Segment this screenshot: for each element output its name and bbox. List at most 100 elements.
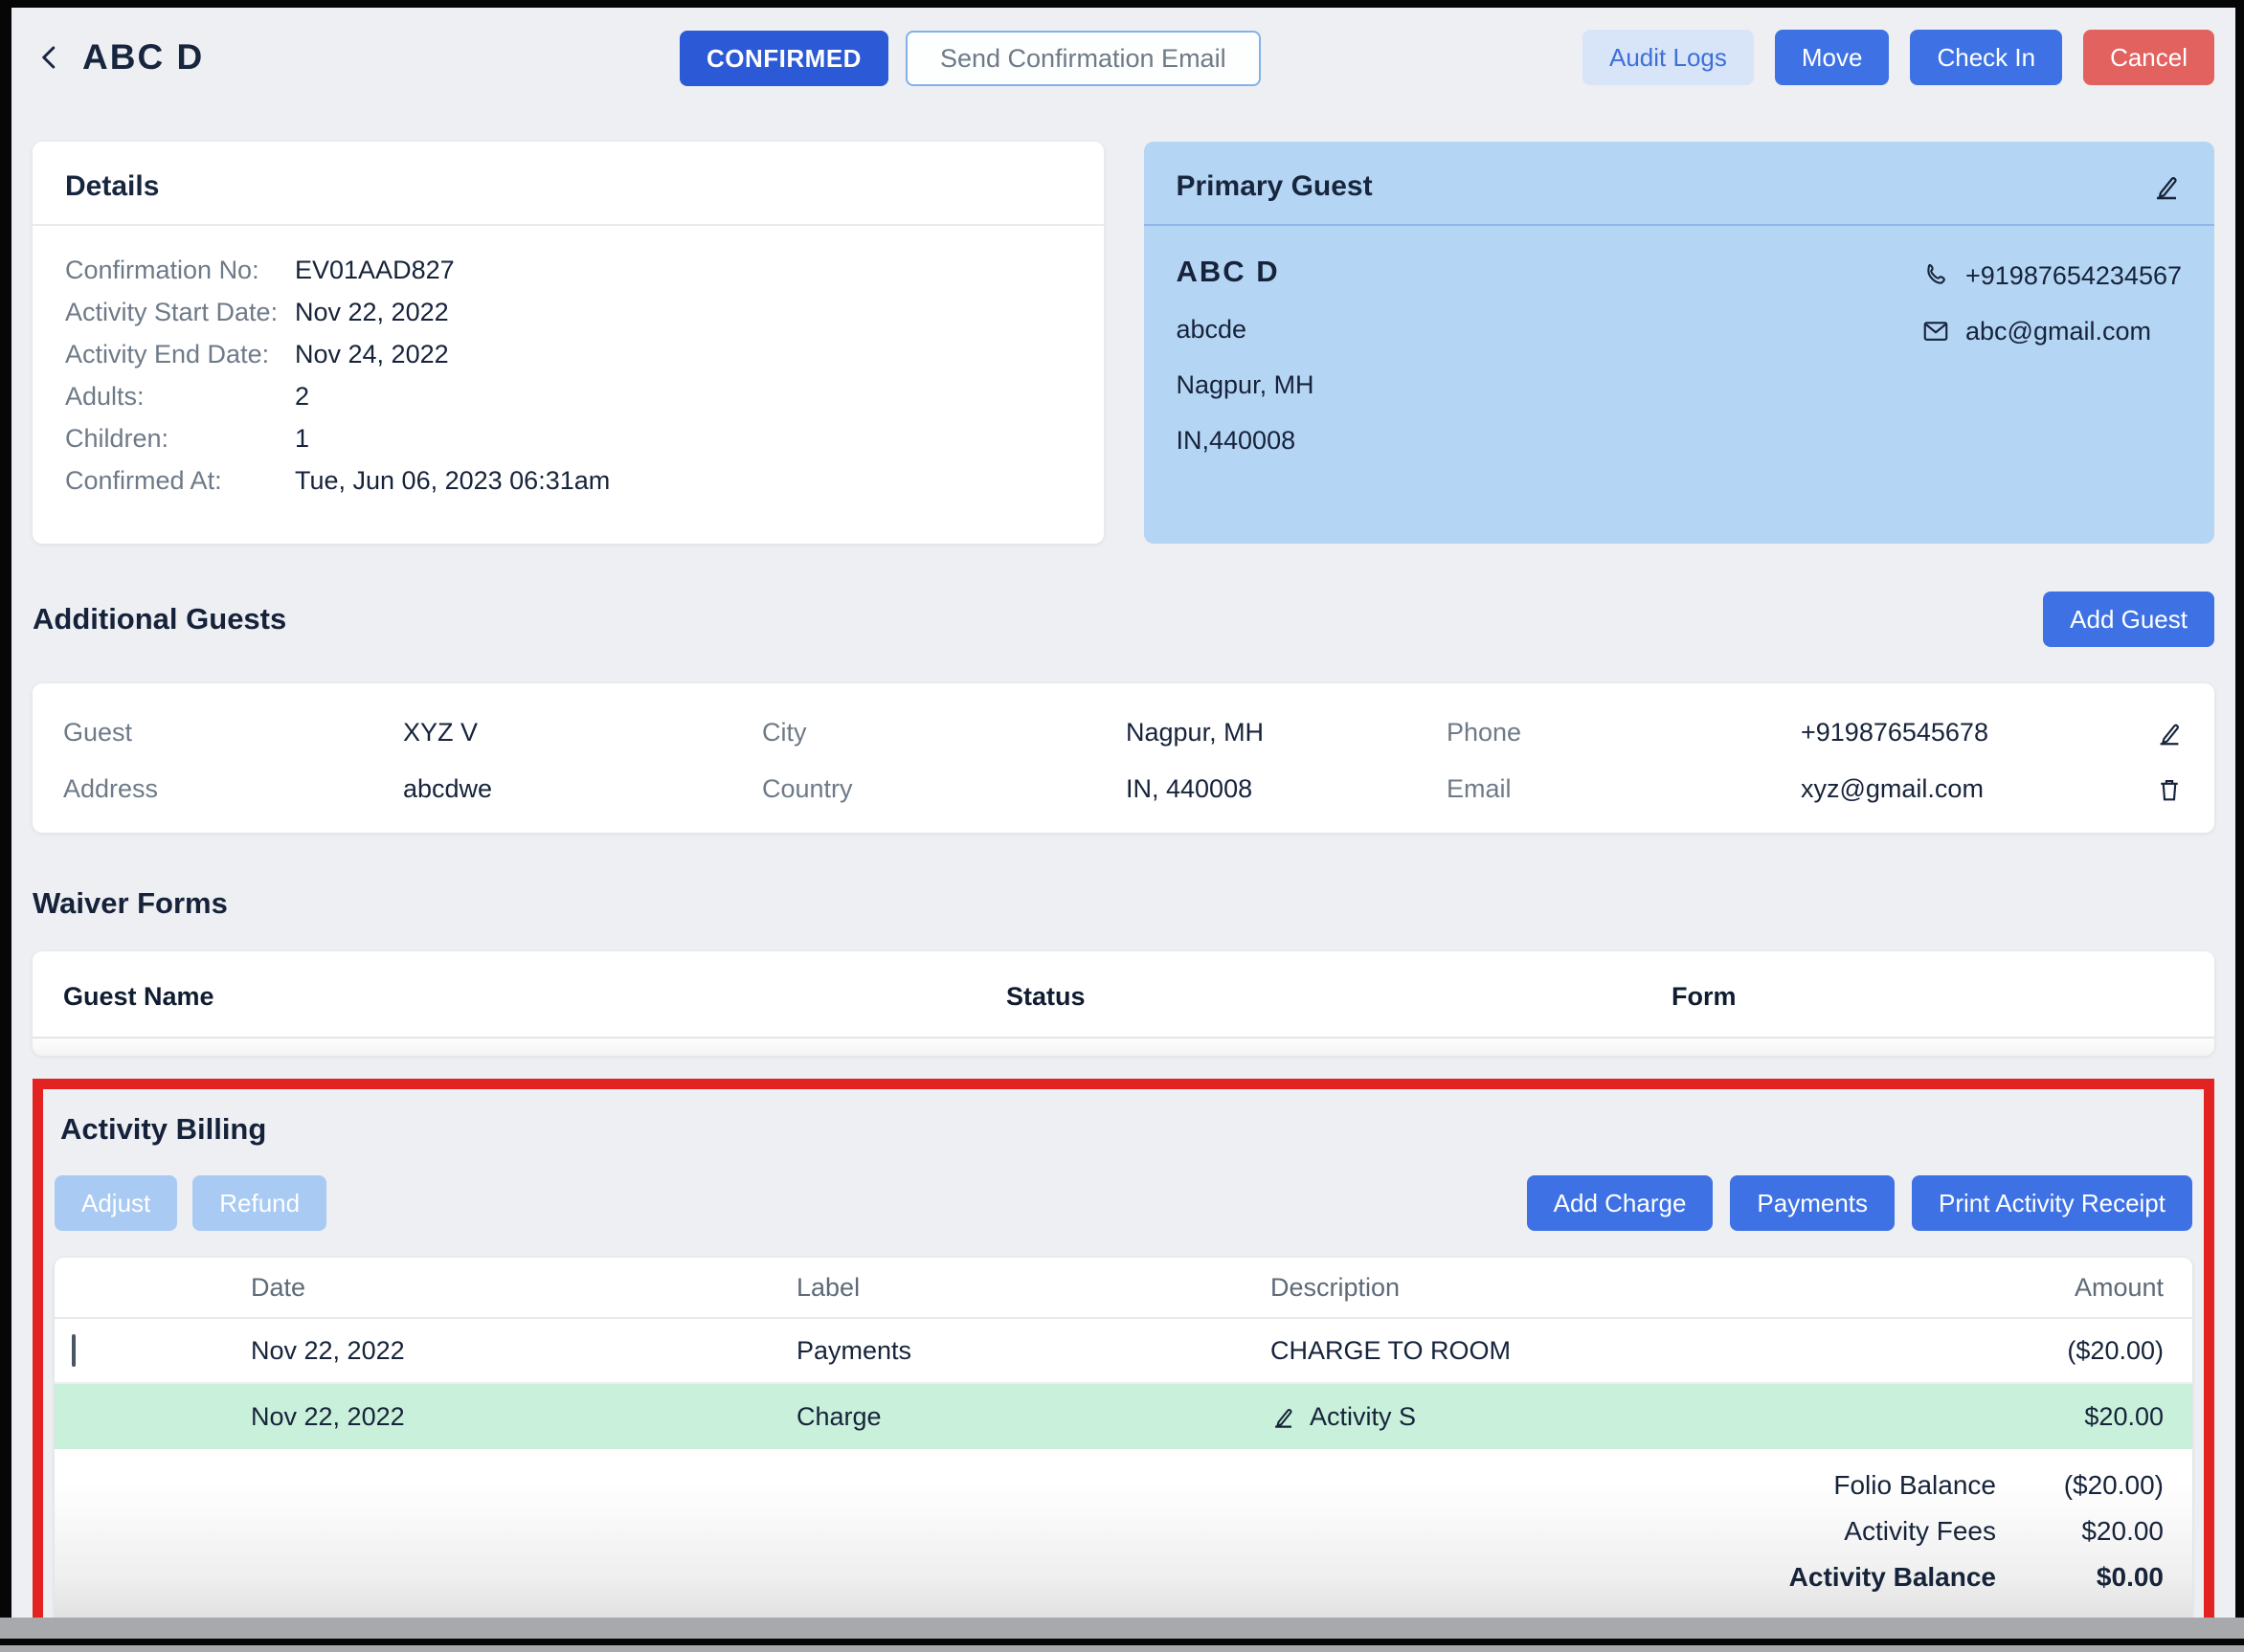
row-checkbox[interactable] — [72, 1334, 76, 1367]
primary-guest-card: Primary Guest ABC D abcde Nagpur, MH — [1144, 142, 2215, 544]
edit-guest-button[interactable] — [2155, 719, 2184, 748]
check-in-button[interactable]: Check In — [1910, 30, 2062, 85]
activity-billing-section-highlighted: Activity Billing Adjust Refund Add Charg… — [33, 1079, 2214, 1618]
booking-detail-page: ABC D CONFIRMED Send Confirmation Email … — [11, 8, 2235, 1618]
move-button[interactable]: Move — [1775, 30, 1890, 85]
cancel-button[interactable]: Cancel — [2083, 30, 2214, 85]
detail-label: Activity Start Date: — [65, 291, 295, 333]
email-label: Email — [1447, 774, 1801, 804]
summary-value: ($20.00) — [1996, 1462, 2164, 1508]
window-border-top — [0, 0, 2244, 8]
detail-value: Tue, Jun 06, 2023 06:31am — [295, 459, 610, 502]
waiver-col-form: Form — [1672, 982, 2184, 1012]
detail-value: 2 — [295, 375, 309, 417]
billing-label: Payments — [797, 1336, 1270, 1366]
detail-label: Adults: — [65, 375, 295, 417]
summary-row: Activity Balance $0.00 — [55, 1554, 2164, 1600]
country-value: IN, 440008 — [1126, 774, 1447, 804]
phone-value: +919876545678 — [1801, 718, 2130, 748]
city-label: City — [762, 718, 1126, 748]
detail-label: Activity End Date: — [65, 333, 295, 375]
delete-guest-button[interactable] — [2155, 775, 2184, 804]
detail-label: Confirmation No: — [65, 249, 295, 291]
primary-guest-name: ABC D — [1177, 251, 1314, 293]
edit-primary-guest-button[interactable] — [2151, 171, 2182, 202]
city-value: Nagpur, MH — [1126, 718, 1447, 748]
guest-name-value: XYZ V — [403, 718, 762, 748]
detail-value: Nov 22, 2022 — [295, 291, 449, 333]
edit-icon — [2155, 719, 2184, 748]
primary-guest-email: abc@gmail.com — [1965, 310, 2151, 352]
waiver-forms-table: Guest Name Status Form — [33, 951, 2214, 1056]
window-border-bottom — [0, 1639, 2244, 1645]
billing-label: Charge — [797, 1402, 1270, 1432]
phone-label: Phone — [1447, 718, 1801, 748]
billing-table-header: Date Label Description Amount — [55, 1258, 2192, 1319]
phone-icon — [1921, 261, 1950, 290]
detail-row: Adults:2 — [65, 375, 1071, 417]
primary-guest-phone: +91987654234567 — [1965, 255, 2182, 297]
billing-date: Nov 22, 2022 — [251, 1402, 797, 1432]
additional-guest-row-card: Guest XYZ V City Nagpur, MH Phone +91987… — [33, 683, 2214, 833]
summary-value: $20.00 — [1996, 1508, 2164, 1554]
screenshot-frame: ABC D CONFIRMED Send Confirmation Email … — [0, 0, 2244, 1652]
waiver-forms-title: Waiver Forms — [33, 886, 2214, 921]
bottom-strip — [0, 1645, 2244, 1652]
activity-billing-title: Activity Billing — [60, 1112, 2192, 1147]
refund-button[interactable]: Refund — [192, 1175, 326, 1231]
primary-guest-country: IN,440008 — [1177, 419, 1314, 461]
add-guest-button[interactable]: Add Guest — [2043, 592, 2214, 647]
page-title: ABC D — [82, 37, 204, 78]
email-value: xyz@gmail.com — [1801, 774, 2130, 804]
billing-col-amount: Amount — [1934, 1273, 2192, 1303]
email-icon — [1921, 317, 1950, 346]
trash-icon — [2155, 775, 2184, 804]
billing-summary: Folio Balance ($20.00) Activity Fees $20… — [55, 1462, 2192, 1600]
billing-description: CHARGE TO ROOM — [1270, 1336, 1934, 1366]
print-activity-receipt-button[interactable]: Print Activity Receipt — [1912, 1175, 2192, 1231]
waiver-col-guest-name: Guest Name — [63, 982, 1006, 1012]
window-border-right — [2235, 8, 2244, 1618]
detail-label: Confirmed At: — [65, 459, 295, 502]
billing-amount: $20.00 — [1934, 1402, 2192, 1432]
billing-description: Activity S — [1310, 1402, 1416, 1432]
address-value: abcdwe — [403, 774, 762, 804]
summary-label: Activity Fees — [1844, 1508, 1996, 1554]
detail-row: Confirmed At:Tue, Jun 06, 2023 06:31am — [65, 459, 1071, 502]
primary-guest-city: Nagpur, MH — [1177, 364, 1314, 406]
waiver-col-status: Status — [1006, 982, 1672, 1012]
billing-col-label: Label — [797, 1273, 1270, 1303]
summary-value: $0.00 — [1996, 1554, 2164, 1600]
adjust-button[interactable]: Adjust — [55, 1175, 177, 1231]
status-badge: CONFIRMED — [680, 31, 888, 86]
detail-row: Activity End Date:Nov 24, 2022 — [65, 333, 1071, 375]
summary-label: Activity Balance — [1789, 1554, 1996, 1600]
summary-row: Activity Fees $20.00 — [55, 1508, 2164, 1554]
bottom-strip — [0, 1618, 2244, 1639]
payments-button[interactable]: Payments — [1730, 1175, 1895, 1231]
detail-value: 1 — [295, 417, 309, 459]
billing-date: Nov 22, 2022 — [251, 1336, 797, 1366]
edit-icon — [1270, 1404, 1296, 1430]
country-label: Country — [762, 774, 1126, 804]
detail-row: Confirmation No:EV01AAD827 — [65, 249, 1071, 291]
detail-label: Children: — [65, 417, 295, 459]
detail-value: Nov 24, 2022 — [295, 333, 449, 375]
chevron-left-icon — [35, 43, 64, 72]
summary-label: Folio Balance — [1833, 1462, 1996, 1508]
edit-charge-button[interactable] — [1270, 1404, 1296, 1430]
summary-row: Folio Balance ($20.00) — [55, 1462, 2164, 1508]
detail-value: EV01AAD827 — [295, 249, 455, 291]
add-charge-button[interactable]: Add Charge — [1527, 1175, 1714, 1231]
audit-logs-button[interactable]: Audit Logs — [1582, 30, 1754, 85]
detail-row: Activity Start Date:Nov 22, 2022 — [65, 291, 1071, 333]
back-button[interactable] — [33, 40, 67, 75]
details-card: Details Confirmation No:EV01AAD827 Activ… — [33, 142, 1104, 544]
primary-guest-title: Primary Guest — [1177, 170, 1373, 203]
send-confirmation-email-button[interactable]: Send Confirmation Email — [906, 31, 1261, 86]
window-border-left — [0, 8, 11, 1618]
guest-label: Guest — [63, 718, 403, 748]
detail-row: Children:1 — [65, 417, 1071, 459]
billing-amount: ($20.00) — [1934, 1336, 2192, 1366]
billing-col-description: Description — [1270, 1273, 1934, 1303]
